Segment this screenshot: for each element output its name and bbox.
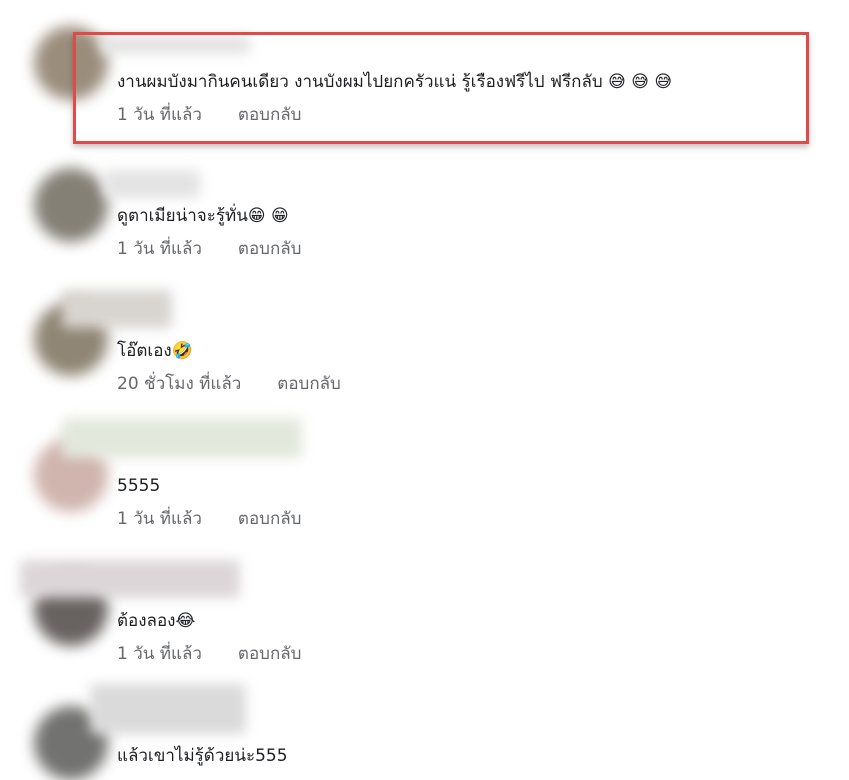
author-name-redacted [90,684,246,734]
comment-time[interactable]: 20 ชั่วโมง ที่แล้ว [117,373,241,395]
comment-text: ดูตาเมียน่าจะรู้ทั่น😁 😁 [117,206,289,226]
reply-link[interactable]: ตอบกลับ [238,238,302,260]
comment-meta: 20 ชั่วโมง ที่แล้ว ตอบกลับ [117,373,341,395]
author-name-redacted [62,418,302,458]
comment-text: ต้องลอง😂 [117,611,196,631]
comment-time[interactable]: 1 วัน ที่แล้ว [117,508,202,530]
reply-link[interactable]: ตอบกลับ [238,643,302,665]
comment-text: 5555 [117,476,161,496]
comment-text: โอ๊ตเอง🤣 [117,341,193,361]
avatar[interactable] [34,168,108,242]
author-name-redacted [20,560,240,598]
reply-link[interactable]: ตอบกลับ [238,508,302,530]
reply-link[interactable]: ตอบกลับ [277,373,341,395]
comment-time[interactable]: 1 วัน ที่แล้ว [117,238,202,260]
author-name-redacted [104,170,200,198]
comment-time[interactable]: 1 วัน ที่แล้ว [117,643,202,665]
comment-meta: 1 วัน ที่แล้ว ตอบกลับ [117,238,301,260]
comment-text: แล้วเขาไม่รู้ด้วยน่ะ555 [117,746,288,766]
comment-meta: 1 วัน ที่แล้ว ตอบกลับ [117,508,301,530]
comment-meta: 1 วัน ที่แล้ว ตอบกลับ [117,643,301,665]
author-name-redacted [62,290,172,328]
highlight-box [73,32,809,144]
